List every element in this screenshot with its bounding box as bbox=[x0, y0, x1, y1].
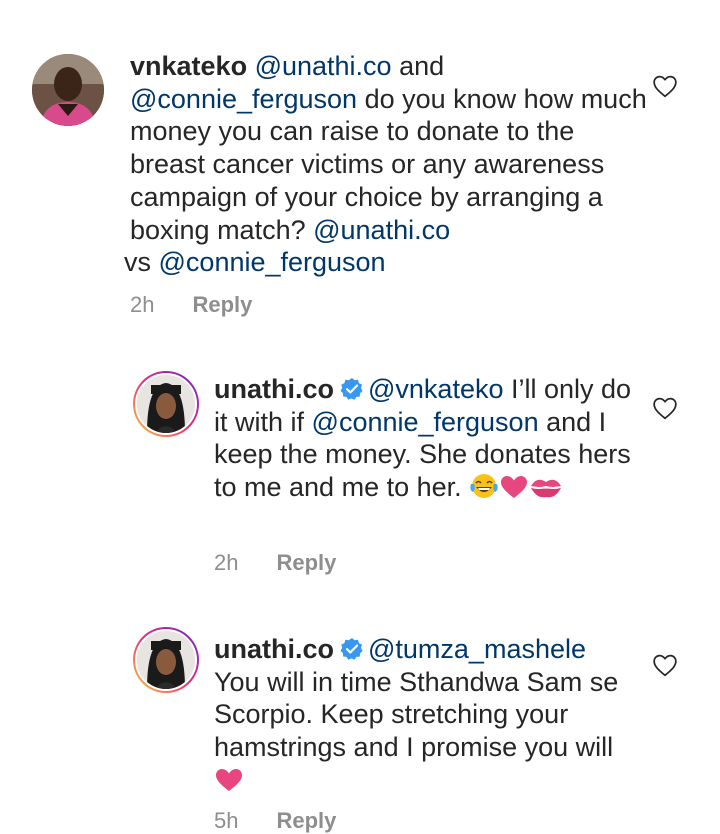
avatar[interactable] bbox=[32, 54, 104, 126]
like-heart-icon[interactable] bbox=[652, 396, 678, 420]
comment-text: @unathi.co and @connie_ferguson do you k… bbox=[124, 51, 647, 277]
comment-body: vnkateko @unathi.co and @connie_ferguson… bbox=[124, 50, 650, 279]
avatar-photo bbox=[135, 629, 197, 691]
mention-link[interactable]: @tumza_mashele bbox=[368, 634, 586, 664]
comment-timestamp: 2h bbox=[130, 292, 155, 317]
comment-meta: 2h Reply bbox=[130, 292, 252, 318]
comment-item: unathi.co @tumza_mashele You will in time… bbox=[0, 590, 720, 834]
comment-timestamp: 2h bbox=[214, 550, 239, 575]
comment-meta: 2h Reply bbox=[214, 550, 336, 576]
reply-button[interactable]: Reply bbox=[276, 550, 336, 576]
tears-of-joy-emoji bbox=[470, 474, 498, 499]
comment-item: vnkateko @unathi.co and @connie_ferguson… bbox=[0, 0, 720, 330]
pink-heart-emoji bbox=[501, 476, 528, 499]
mention-link[interactable]: @vnkateko bbox=[368, 374, 503, 404]
like-heart-icon[interactable] bbox=[652, 74, 678, 98]
reply-button[interactable]: Reply bbox=[192, 292, 252, 318]
comment-text-segment: You will in time Sthandwa Sam se Scorpio… bbox=[214, 666, 619, 763]
pink-heart-emoji bbox=[216, 768, 242, 791]
comment-item: unathi.co @vnkateko I’ll only do it with … bbox=[0, 330, 720, 590]
comment-text-segment: vs bbox=[124, 247, 159, 278]
avatar[interactable] bbox=[133, 371, 199, 437]
comment-meta: 5h Reply bbox=[214, 808, 336, 834]
comment-text-segment: and bbox=[391, 51, 445, 81]
comment-username[interactable]: unathi.co bbox=[214, 374, 334, 404]
comment-body: unathi.co @tumza_mashele You will in time… bbox=[214, 633, 634, 797]
avatar-photo bbox=[32, 54, 104, 126]
comment-username[interactable]: vnkateko bbox=[130, 51, 247, 81]
mention-link[interactable]: @connie_ferguson bbox=[130, 84, 357, 114]
reply-button[interactable]: Reply bbox=[276, 808, 336, 834]
verified-badge-icon bbox=[340, 638, 363, 660]
comment-body: unathi.co @vnkateko I’ll only do it with … bbox=[214, 373, 634, 504]
avatar-photo bbox=[135, 373, 197, 435]
avatar[interactable] bbox=[133, 627, 199, 693]
mention-link[interactable]: @connie_ferguson bbox=[312, 407, 539, 437]
comment-timestamp: 5h bbox=[214, 808, 239, 833]
comment-username[interactable]: unathi.co bbox=[214, 634, 334, 664]
verified-badge-icon bbox=[340, 378, 363, 400]
like-heart-icon[interactable] bbox=[652, 653, 678, 677]
kiss-mark-emoji bbox=[531, 479, 562, 498]
mention-link[interactable]: @unathi.co bbox=[313, 215, 450, 245]
mention-link[interactable]: @connie_ferguson bbox=[159, 247, 386, 277]
mention-link[interactable]: @unathi.co bbox=[255, 51, 392, 81]
